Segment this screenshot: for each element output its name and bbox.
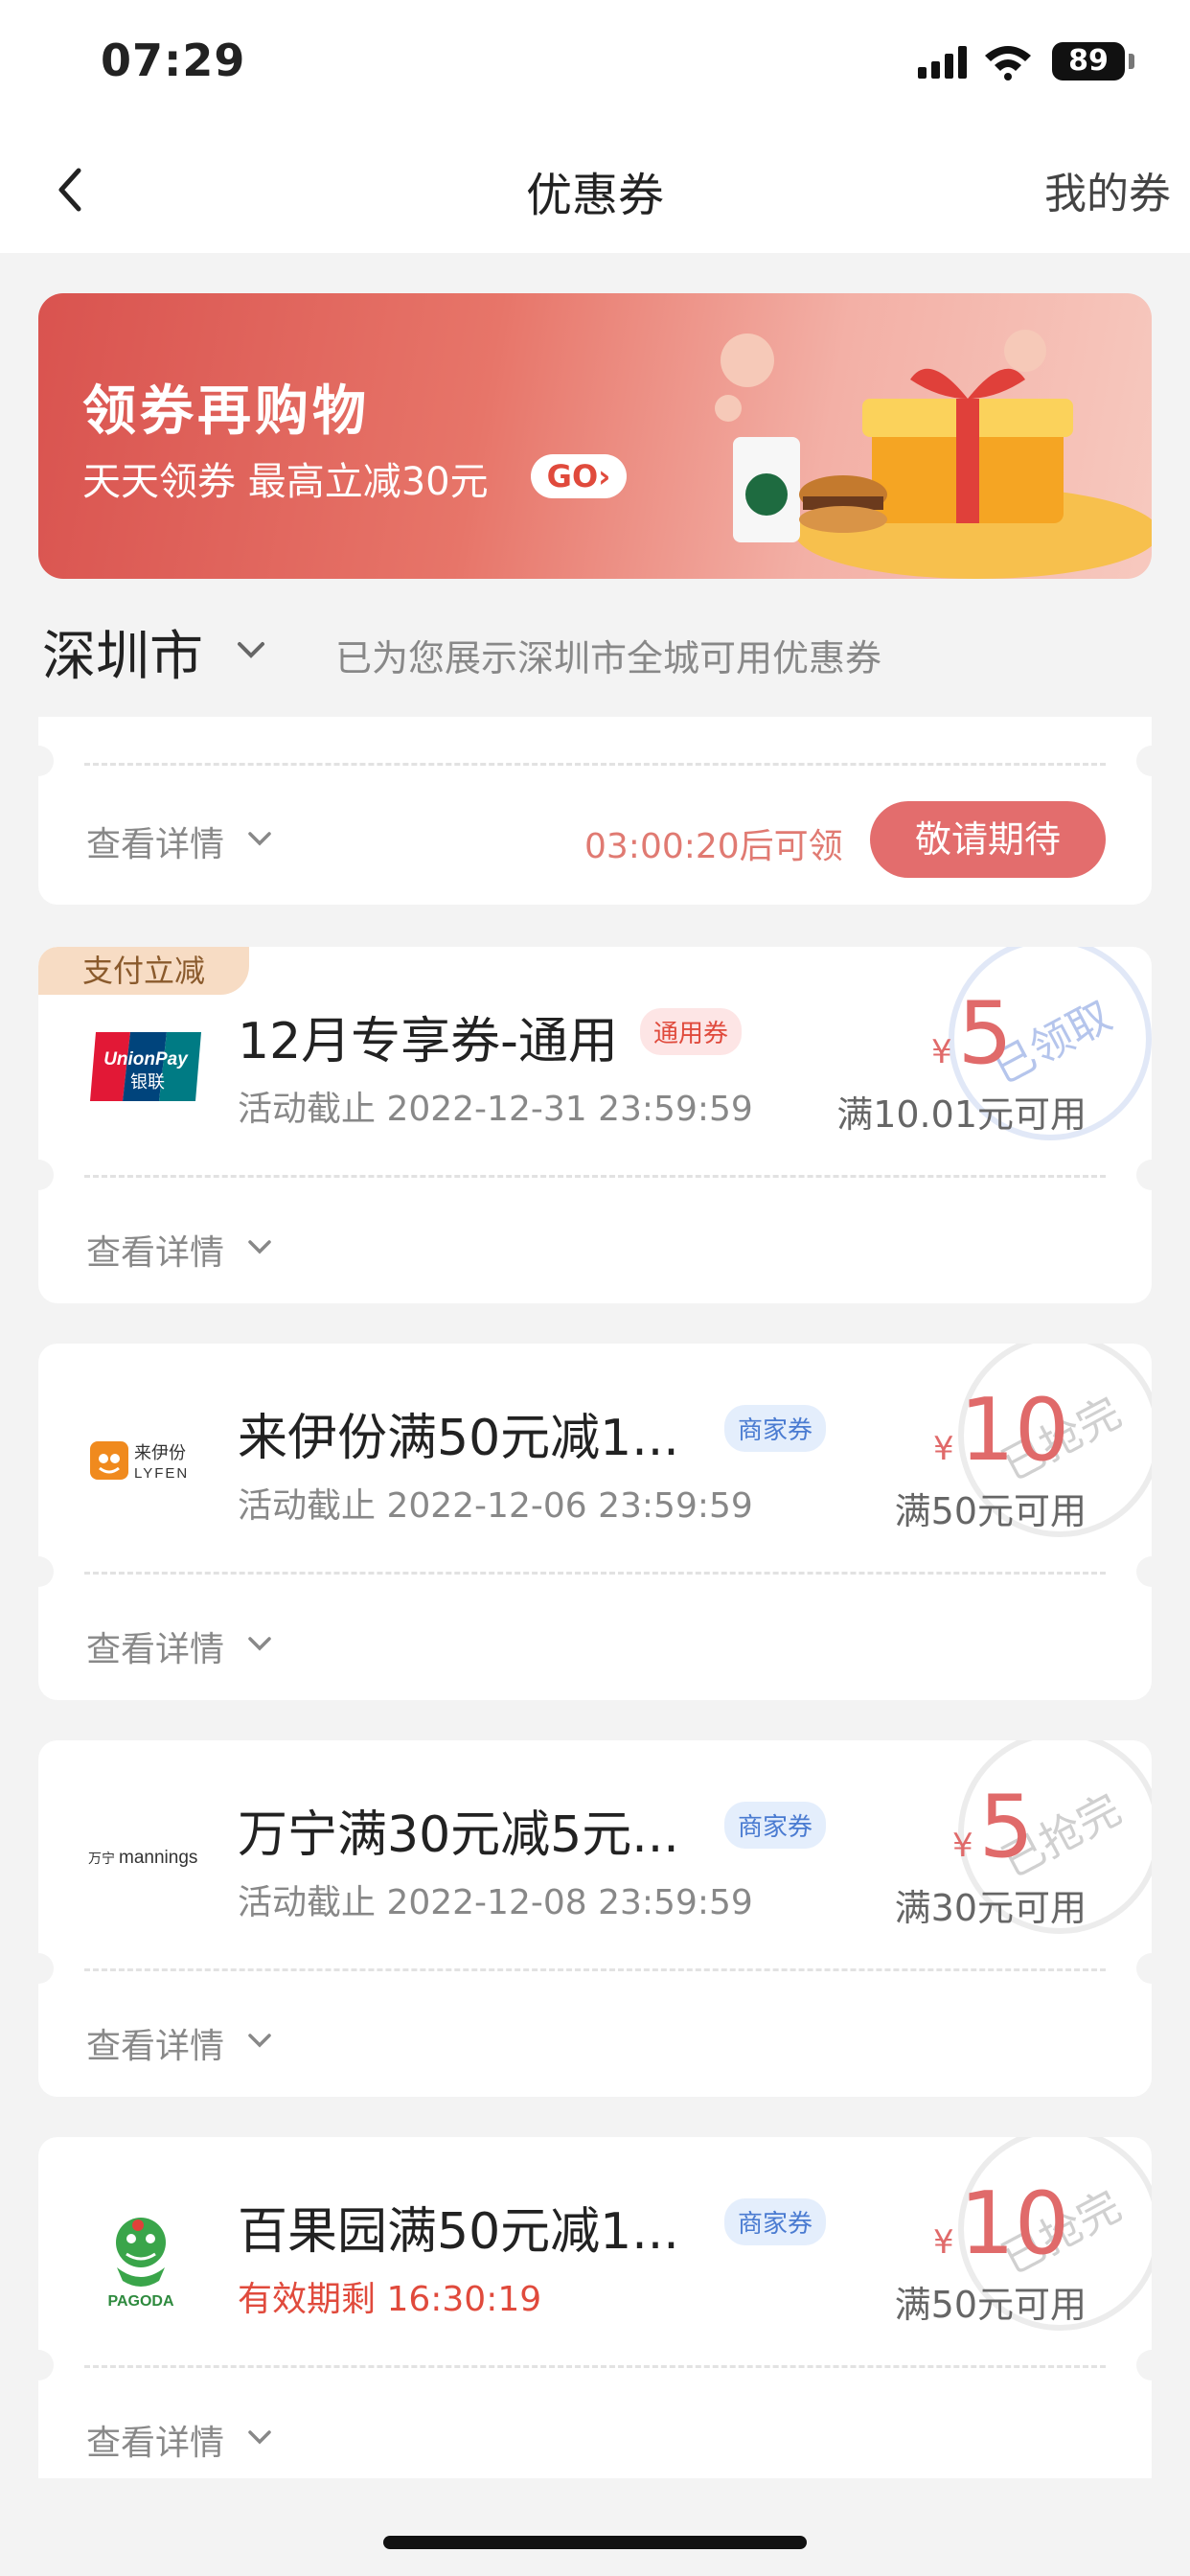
card-divider bbox=[84, 1175, 1106, 1178]
currency-symbol: ¥ bbox=[931, 1033, 952, 1071]
lyfen-logo: 来伊份 LYFEN bbox=[90, 1441, 189, 1482]
home-indicator bbox=[383, 2536, 807, 2549]
svg-text:银联: 银联 bbox=[130, 1072, 165, 1092]
coupon-title: 12月专享券-通用 bbox=[238, 1013, 618, 1070]
cellular-signal-icon bbox=[918, 46, 968, 79]
coupon-title: 百果园满50元减1... bbox=[238, 2203, 679, 2261]
claim-countdown: 03:00:20后可领 bbox=[584, 827, 843, 866]
city-note: 已为您展示深圳市全城可用优惠券 bbox=[335, 637, 882, 679]
promo-banner[interactable]: 领券再购物 天天领券 最高立减30元 GO› bbox=[38, 293, 1152, 579]
card-divider bbox=[84, 1968, 1106, 1971]
currency-symbol: ¥ bbox=[933, 2223, 954, 2262]
amount-value: 10 bbox=[959, 2174, 1070, 2274]
view-details-link[interactable]: 查看详情 bbox=[86, 1225, 224, 1275]
coupon-card[interactable]: 来伊份 LYFEN 来伊份满50元减1... 商家券 活动截止 2022-12-… bbox=[38, 1344, 1152, 1700]
amount-value: 5 bbox=[978, 1777, 1034, 1877]
svg-text:LYFEN: LYFEN bbox=[134, 1465, 189, 1482]
card-notch-left bbox=[38, 1160, 54, 1190]
coupon-amount: ¥5 bbox=[952, 1777, 1034, 1877]
coupon-amount: ¥10 bbox=[933, 2174, 1069, 2274]
status-bar: 07:29 89 bbox=[0, 0, 1190, 125]
wifi-icon bbox=[985, 46, 1031, 80]
coupon-condition: 满50元可用 bbox=[894, 1490, 1087, 1532]
card-notch-left bbox=[38, 1953, 54, 1984]
payment-discount-tag: 支付立减 bbox=[38, 947, 249, 995]
card-notch-left bbox=[38, 2350, 54, 2380]
coupon-card[interactable]: PAGODA 百果园满50元减1... 商家券 有效期剩 16:30:19 已抢… bbox=[38, 2137, 1152, 2478]
svg-text:PAGODA: PAGODA bbox=[107, 2293, 173, 2310]
card-divider bbox=[84, 763, 1106, 766]
chevron-down-icon[interactable] bbox=[247, 2428, 272, 2446]
chevron-down-icon[interactable] bbox=[247, 830, 272, 847]
currency-symbol: ¥ bbox=[933, 1430, 954, 1468]
card-notch-right bbox=[1136, 746, 1167, 776]
coupon-validity-countdown: 有效期剩 16:30:19 bbox=[238, 2280, 542, 2319]
page-title: 优惠券 bbox=[525, 169, 664, 222]
coupon-amount: ¥10 bbox=[933, 1380, 1069, 1481]
mannings-logo: 万宁 mannings bbox=[88, 1848, 197, 1868]
card-notch-right bbox=[1136, 2350, 1152, 2380]
battery-tip bbox=[1129, 54, 1134, 69]
coupon-card[interactable]: 支付立减 UnionPay 银联 12月专享券-通用 通用券 活动截止 2022… bbox=[38, 947, 1152, 1303]
banner-title: 领券再购物 bbox=[82, 380, 370, 443]
coming-soon-button[interactable]: 敬请期待 bbox=[870, 801, 1106, 878]
svg-text:UnionPay: UnionPay bbox=[103, 1049, 189, 1070]
my-coupons-link[interactable]: 我的券 bbox=[1044, 159, 1171, 220]
coupon-title: 来伊份满50元减1... bbox=[238, 1410, 679, 1467]
battery-level: 89 bbox=[1052, 42, 1125, 80]
amount-value: 5 bbox=[957, 983, 1013, 1084]
chevron-down-icon[interactable] bbox=[247, 2032, 272, 2049]
coupon-card-upcoming: 查看详情 03:00:20后可领 敬请期待 bbox=[23, 717, 1167, 905]
coupon-deadline: 活动截止 2022-12-08 23:59:59 bbox=[238, 1883, 753, 1922]
coupon-deadline: 活动截止 2022-12-31 23:59:59 bbox=[238, 1090, 753, 1129]
card-notch-right bbox=[1136, 1160, 1152, 1190]
status-time: 07:29 bbox=[101, 34, 246, 86]
svg-text:来伊份: 来伊份 bbox=[134, 1443, 186, 1463]
view-details-link[interactable]: 查看详情 bbox=[86, 2415, 224, 2465]
card-notch-right bbox=[1136, 1556, 1152, 1587]
coupon-amount: ¥5 bbox=[931, 983, 1013, 1084]
coupon-type-badge: 商家券 bbox=[724, 2198, 827, 2245]
card-notch-right bbox=[1136, 1953, 1152, 1984]
card-divider bbox=[84, 1572, 1106, 1575]
unionpay-logo: UnionPay 银联 bbox=[90, 1032, 201, 1101]
card-notch-left bbox=[23, 746, 54, 776]
coupon-condition: 满30元可用 bbox=[894, 1887, 1087, 1929]
chevron-down-icon[interactable] bbox=[247, 1635, 272, 1652]
amount-value: 10 bbox=[959, 1380, 1070, 1481]
coupon-condition: 满10.01元可用 bbox=[836, 1093, 1087, 1136]
coupon-type-badge: 商家券 bbox=[724, 1405, 827, 1452]
svg-text:mannings: mannings bbox=[119, 1848, 197, 1868]
chevron-down-icon[interactable] bbox=[247, 1238, 272, 1255]
banner-go-button[interactable]: GO› bbox=[531, 454, 627, 498]
card-notch-left bbox=[38, 1556, 54, 1587]
pagoda-logo: PAGODA bbox=[107, 2218, 174, 2310]
coupon-type-badge: 商家券 bbox=[724, 1802, 827, 1849]
coupon-deadline: 活动截止 2022-12-06 23:59:59 bbox=[238, 1486, 753, 1526]
chevron-down-icon[interactable] bbox=[236, 638, 266, 661]
nav-bar: 优惠券 我的券 bbox=[0, 125, 1190, 253]
coupon-condition: 满50元可用 bbox=[894, 2284, 1087, 2326]
coupon-type-badge: 通用券 bbox=[640, 1008, 743, 1055]
svg-text:万宁: 万宁 bbox=[88, 1851, 115, 1867]
coupon-title: 万宁满30元减5元... bbox=[238, 1806, 679, 1864]
currency-symbol: ¥ bbox=[952, 1827, 973, 1865]
gift-box-illustration bbox=[715, 330, 1152, 579]
view-details-link[interactable]: 查看详情 bbox=[86, 2018, 224, 2068]
card-divider bbox=[84, 2365, 1106, 2368]
city-selector[interactable]: 深圳市 bbox=[42, 613, 203, 691]
view-details-link[interactable]: 查看详情 bbox=[86, 1622, 224, 1671]
view-details-link[interactable]: 查看详情 bbox=[86, 816, 224, 866]
coupon-card[interactable]: 万宁 mannings 万宁满30元减5元... 商家券 活动截止 2022-1… bbox=[38, 1740, 1152, 2097]
banner-subtitle: 天天领券 最高立减30元 bbox=[82, 460, 489, 504]
